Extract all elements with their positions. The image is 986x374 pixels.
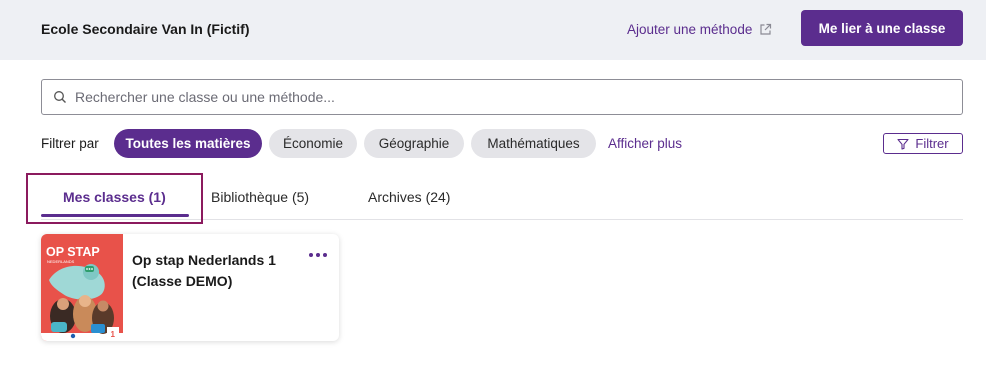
menu-dot — [323, 253, 327, 257]
chip-geographie[interactable]: Géographie — [364, 129, 464, 158]
add-method-link[interactable]: Ajouter une méthode — [627, 19, 772, 39]
cover-volume-number: 1 — [111, 330, 116, 339]
filter-by-label: Filtrer par — [41, 136, 99, 151]
link-class-button[interactable]: Me lier à une classe — [801, 10, 963, 46]
filter-icon — [897, 138, 909, 150]
chip-mathematiques[interactable]: Mathématiques — [471, 129, 596, 158]
class-card[interactable]: OP STAP NEDERLANDS 1 Op stap Nederlands … — [41, 234, 339, 341]
show-more-link[interactable]: Afficher plus — [608, 135, 682, 153]
add-method-label: Ajouter une méthode — [627, 21, 753, 37]
filter-button-label: Filtrer — [915, 136, 949, 151]
chip-economie[interactable]: Économie — [269, 129, 357, 158]
chip-all-subjects[interactable]: Toutes les matières — [114, 129, 262, 158]
cover-subtitle-text: NEDERLANDS — [47, 259, 75, 264]
search-icon — [54, 91, 66, 103]
external-link-icon — [760, 23, 772, 35]
filter-button[interactable]: Filtrer — [883, 133, 963, 154]
focus-outline — [26, 173, 203, 224]
tab-library[interactable]: Bibliothèque (5) — [211, 188, 309, 206]
tab-archives[interactable]: Archives (24) — [368, 188, 450, 206]
top-bar: Ecole Secondaire Van In (Fictif) Ajouter… — [0, 0, 986, 60]
book-cover-image: OP STAP NEDERLANDS 1 — [41, 234, 123, 341]
menu-dot — [309, 253, 313, 257]
class-card-title: Op stap Nederlands 1 (Classe DEMO) — [132, 252, 276, 289]
cover-title-text: OP STAP — [46, 245, 100, 259]
search-bar — [41, 79, 963, 115]
more-options-icon[interactable] — [307, 247, 329, 263]
menu-dot — [316, 253, 320, 257]
school-name: Ecole Secondaire Van In (Fictif) — [41, 21, 250, 37]
search-input[interactable] — [75, 89, 935, 105]
